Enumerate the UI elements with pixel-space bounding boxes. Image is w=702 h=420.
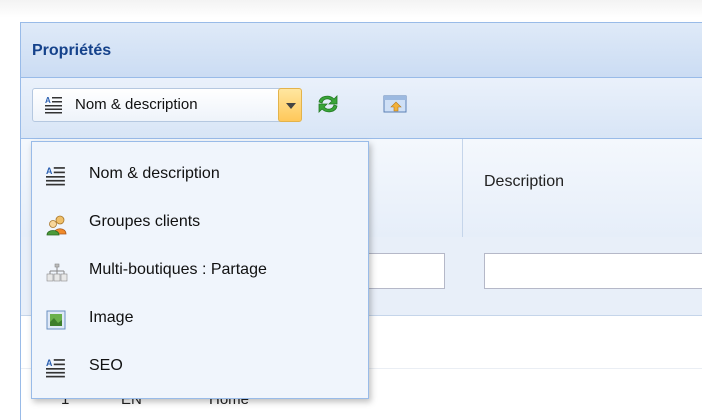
shops-icon bbox=[46, 262, 68, 282]
menu-item-label: Multi-boutiques : Partage bbox=[89, 261, 267, 278]
text-lines-icon: A bbox=[46, 358, 66, 378]
menu-item-multi-boutiques[interactable]: Multi-boutiques : Partage bbox=[32, 248, 368, 296]
menu-item-label: SEO bbox=[89, 357, 123, 374]
svg-text:A: A bbox=[46, 358, 53, 368]
image-icon bbox=[46, 310, 66, 330]
toolbar: A Nom & description bbox=[21, 78, 702, 139]
column-header-description[interactable]: Description bbox=[484, 173, 564, 191]
export-icon[interactable] bbox=[381, 91, 411, 117]
description-filter-input[interactable] bbox=[484, 253, 702, 289]
menu-item-nom-description[interactable]: A Nom & description bbox=[32, 152, 368, 200]
view-selector-combo[interactable]: A Nom & description bbox=[32, 88, 302, 122]
text-lines-icon: A bbox=[45, 96, 63, 114]
menu-item-seo[interactable]: A SEO bbox=[32, 344, 368, 392]
users-icon bbox=[46, 214, 67, 236]
panel-header: Propriétés bbox=[21, 23, 702, 78]
text-lines-icon: A bbox=[46, 166, 66, 186]
view-selector-menu: A Nom & description Groupes clients Mult… bbox=[31, 141, 369, 399]
refresh-icon[interactable] bbox=[313, 91, 343, 117]
menu-item-label: Nom & description bbox=[89, 165, 220, 182]
menu-item-image[interactable]: Image bbox=[32, 296, 368, 344]
menu-item-label: Groupes clients bbox=[89, 213, 201, 230]
svg-text:A: A bbox=[45, 96, 51, 105]
menu-item-groupes-clients[interactable]: Groupes clients bbox=[32, 200, 368, 248]
combo-selected-label: Nom & description bbox=[75, 96, 198, 113]
panel-title: Propriétés bbox=[32, 42, 112, 59]
svg-text:A: A bbox=[46, 166, 53, 176]
chevron-down-icon[interactable] bbox=[278, 88, 302, 122]
menu-item-label: Image bbox=[89, 309, 134, 326]
